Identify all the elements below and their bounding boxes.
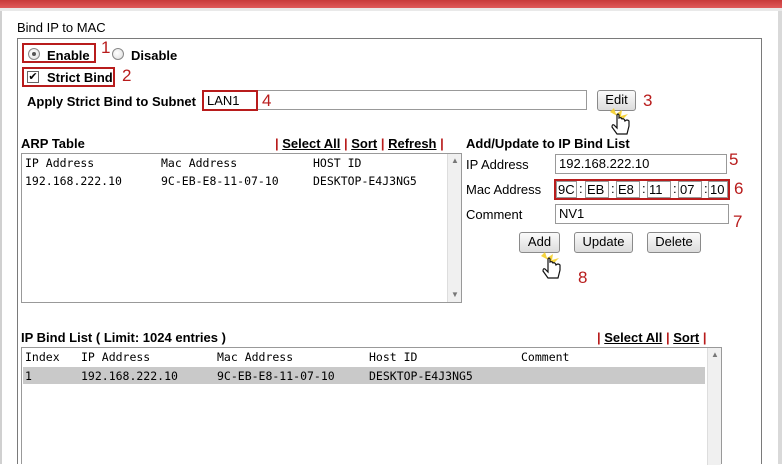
annotation-number-5: 5 <box>729 150 739 169</box>
bind-col-comment: Comment <box>521 350 570 364</box>
mac-octet-1[interactable]: 9C <box>556 181 577 198</box>
mac-octet-3[interactable]: E8 <box>616 181 640 198</box>
top-shadow <box>0 8 782 11</box>
comment-label: Comment <box>466 207 523 222</box>
scroll-down-icon[interactable]: ▼ <box>450 290 460 300</box>
bind-col-mac: Mac Address <box>217 350 294 364</box>
arp-col-host: HOST ID <box>313 156 362 170</box>
arp-row-mac: 9C-EB-E8-11-07-10 <box>161 174 279 188</box>
annotation-number-7: 7 <box>733 212 743 231</box>
comment-input[interactable]: NV1 <box>555 204 729 224</box>
page-title: Bind IP to MAC <box>17 20 106 35</box>
arp-refresh-link[interactable]: Refresh <box>388 136 436 151</box>
comment-value: NV1 <box>559 206 585 221</box>
annotation-number-1: 1 <box>101 38 111 57</box>
update-button[interactable]: Update <box>574 232 633 253</box>
mac-octet-5[interactable]: 07 <box>678 181 702 198</box>
add-update-title: Add/Update to IP Bind List <box>466 136 630 151</box>
arp-table-list[interactable]: IP Address Mac Address HOST ID 192.168.2… <box>21 153 462 303</box>
annotation-number-6: 6 <box>734 179 744 198</box>
subnet-label: Apply Strict Bind to Subnet <box>27 94 196 109</box>
bind-list-actions: | Select All | Sort | <box>597 330 707 345</box>
bind-select-all-link[interactable]: Select All <box>604 330 662 345</box>
strict-bind-checkbox[interactable]: ✔ <box>27 71 39 83</box>
bind-list-scrollbar[interactable]: ▲ <box>707 348 721 465</box>
disable-label: Disable <box>131 48 178 63</box>
bind-col-index: Index <box>25 350 60 364</box>
bind-sort-link[interactable]: Sort <box>673 330 699 345</box>
ip-bind-list-title: IP Bind List ( Limit: 1024 entries ) <box>21 330 226 345</box>
strict-bind-label: Strict Bind <box>47 70 113 85</box>
enable-label: Enable <box>47 48 90 63</box>
ip-address-input[interactable]: 192.168.222.10 <box>555 154 727 174</box>
arp-col-ip: IP Address <box>25 156 95 170</box>
arp-col-mac: Mac Address <box>161 156 238 170</box>
bind-col-host: Host ID <box>369 350 418 364</box>
delete-button[interactable]: Delete <box>647 232 701 253</box>
arp-scrollbar[interactable]: ▲ ▼ <box>447 154 461 302</box>
bind-row-index: 1 <box>25 369 32 383</box>
frame-right <box>778 11 782 464</box>
disable-radio[interactable] <box>112 48 124 60</box>
mac-address-label: Mac Address <box>466 182 542 197</box>
hand-cursor-icon <box>610 108 630 135</box>
mac-octet-4[interactable]: 11 <box>647 181 671 198</box>
mac-octet-6[interactable]: 10 <box>708 181 728 198</box>
annotation-number-3: 3 <box>643 91 653 110</box>
enable-radio[interactable] <box>28 48 40 60</box>
arp-sort-link[interactable]: Sort <box>351 136 377 151</box>
annotation-number-8: 8 <box>578 268 588 287</box>
ip-address-label: IP Address <box>466 157 529 172</box>
bind-row-ip: 192.168.222.10 <box>81 369 178 383</box>
arp-row-ip: 192.168.222.10 <box>25 174 122 188</box>
subnet-input[interactable] <box>203 90 587 110</box>
arp-row-host: DESKTOP-E4J3NG5 <box>313 174 417 188</box>
ip-address-value: 192.168.222.10 <box>559 156 650 171</box>
frame-left <box>0 11 2 464</box>
bind-row-mac: 9C-EB-E8-11-07-10 <box>217 369 335 383</box>
annotation-number-4: 4 <box>262 91 272 110</box>
bind-row-host: DESKTOP-E4J3NG5 <box>369 369 473 383</box>
bind-col-ip: IP Address <box>81 350 151 364</box>
arp-select-all-link[interactable]: Select All <box>282 136 340 151</box>
arp-table-title: ARP Table <box>21 136 85 151</box>
table-row[interactable]: 1 192.168.222.10 9C-EB-E8-11-07-10 DESKT… <box>23 367 705 384</box>
scroll-up-icon[interactable]: ▲ <box>450 156 460 166</box>
hand-cursor-icon <box>541 252 561 279</box>
arp-actions: | Select All | Sort | Refresh | <box>275 136 444 151</box>
scroll-up-icon[interactable]: ▲ <box>710 350 720 360</box>
subnet-value: LAN1 <box>207 93 240 108</box>
mac-octet-2[interactable]: EB <box>585 181 609 198</box>
annotation-number-2: 2 <box>122 66 132 85</box>
ip-bind-list[interactable]: Index IP Address Mac Address Host ID Com… <box>21 347 722 465</box>
top-red-bar <box>0 0 782 8</box>
